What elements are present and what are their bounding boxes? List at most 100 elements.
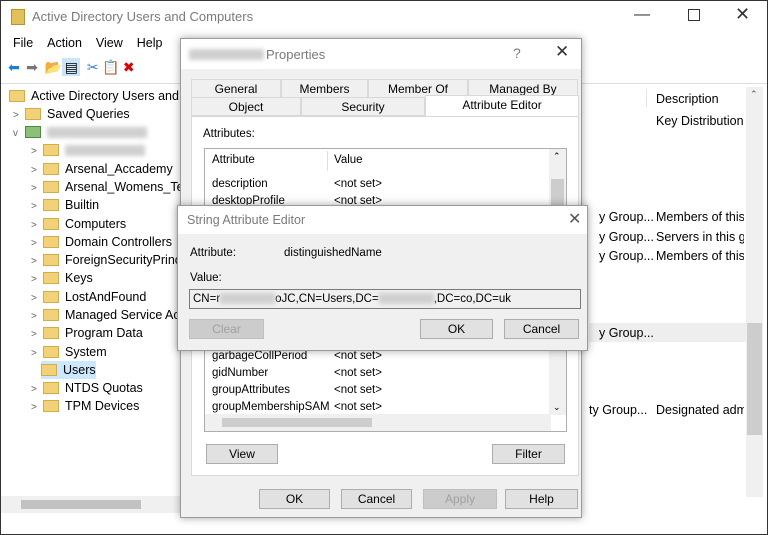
tree-item[interactable]: Users	[41, 361, 96, 379]
attribute-row[interactable]: groupAttributes <not set>	[212, 382, 382, 399]
forward-icon[interactable]: ➡	[23, 58, 41, 76]
menu-help[interactable]: Help	[137, 36, 163, 50]
folder-icon	[43, 163, 59, 175]
folder-icon	[25, 108, 41, 120]
tree-item-label: Builtin	[65, 198, 100, 212]
tab-security[interactable]: Security	[301, 97, 425, 116]
menu-action[interactable]: Action	[47, 36, 82, 50]
value-part: ,DC=co,DC=uk	[433, 293, 512, 305]
maximize-button[interactable]	[688, 9, 700, 21]
folder-icon	[43, 181, 59, 193]
tree-item[interactable]: > Keys	[9, 269, 93, 287]
cut-icon[interactable]: ✂	[84, 58, 102, 76]
tree-item[interactable]: > Arsenal_Womens_Tea	[9, 178, 191, 196]
tree-item[interactable]: > Arsenal_Accademy	[9, 160, 173, 178]
close-button[interactable]: ✕	[568, 209, 581, 229]
menu-file[interactable]: File	[13, 36, 33, 50]
folder-icon	[43, 309, 59, 321]
list-row-type[interactable]: y Group...	[599, 210, 654, 224]
help-dialog-button[interactable]: Help	[505, 489, 578, 509]
tree-item[interactable]: > TPM Devices	[9, 397, 139, 415]
clear-button[interactable]: Clear	[189, 319, 264, 339]
expand-chevron-icon[interactable]: >	[31, 143, 43, 161]
tree-item-label: Domain Controllers	[65, 235, 172, 249]
tree-item-label: TPM Devices	[65, 399, 140, 413]
tree-item-label: Keys	[65, 271, 93, 285]
expand-chevron-icon[interactable]: >	[31, 399, 43, 417]
help-button[interactable]: ?	[513, 45, 521, 61]
folder-icon	[9, 90, 25, 102]
ok-button[interactable]: OK	[259, 489, 330, 509]
tab-general[interactable]: General	[191, 79, 281, 98]
attribute-row[interactable]: description <not set>	[212, 176, 382, 193]
column-header-attribute[interactable]: Attribute	[212, 154, 255, 166]
tree-item[interactable]: > Builtin	[9, 196, 99, 214]
tab-attribute-editor[interactable]: Attribute Editor	[425, 95, 579, 117]
tree-item[interactable]: v	[9, 123, 147, 141]
apply-button[interactable]: Apply	[423, 489, 497, 509]
console-tree: Active Directory Users and Computers > Sav…	[1, 87, 244, 497]
minimize-button[interactable]: —	[634, 6, 650, 24]
delete-icon[interactable]: ✖	[120, 58, 138, 76]
folder-icon	[43, 218, 59, 230]
value-input[interactable]: CN=r oJC,CN=Users,DC= ,DC=co,DC=uk	[189, 289, 581, 309]
attribute-row[interactable]: gidNumber <not set>	[212, 365, 382, 382]
list-row-type[interactable]: ty Group...	[589, 403, 647, 417]
tree-item[interactable]: > ForeignSecurityPrinc	[9, 251, 181, 269]
tree-item[interactable]: > LostAndFound	[9, 288, 146, 306]
list-row-type[interactable]: y Group...	[599, 230, 654, 244]
list-row-type[interactable]: y Group...	[599, 326, 654, 340]
cancel-button[interactable]: Cancel	[504, 319, 579, 339]
list-row-description[interactable]: Key Distribution C	[656, 114, 744, 128]
tree-item-label: Users	[63, 363, 96, 377]
tree-item[interactable]: > Saved Queries	[9, 105, 130, 123]
tree-horizontal-scrollbar[interactable]	[1, 496, 181, 513]
app-icon	[11, 9, 25, 25]
list-row-type[interactable]: y Group...	[599, 249, 654, 263]
attributes-horizontal-scrollbar[interactable]	[205, 414, 551, 431]
attribute-name: description	[212, 178, 268, 190]
list-row-description[interactable]: Members of this	[656, 210, 744, 224]
view-button[interactable]: View	[206, 444, 278, 464]
redacted-text	[65, 145, 145, 157]
column-header-value[interactable]: Value	[334, 154, 363, 166]
menu-view[interactable]: View	[96, 36, 123, 50]
show-console-tree-icon[interactable]: ▤	[62, 58, 81, 76]
folder-icon	[43, 400, 59, 412]
back-icon[interactable]: ⬅	[5, 58, 23, 76]
tree-item-label: Saved Queries	[47, 107, 130, 121]
tab-members[interactable]: Members	[281, 79, 368, 98]
attribute-label: Attribute:	[190, 247, 237, 259]
folder-icon	[43, 236, 59, 248]
expand-chevron-icon[interactable]: >	[31, 198, 43, 216]
close-button[interactable]: ✕	[555, 42, 569, 62]
filter-button[interactable]: Filter	[492, 444, 565, 464]
attribute-name: groupAttributes	[212, 384, 290, 396]
tree-item[interactable]: > Computers	[9, 215, 126, 233]
list-vertical-scrollbar[interactable]: ⌃	[746, 87, 763, 497]
tree-item-label: LostAndFound	[65, 290, 147, 304]
ok-button[interactable]: OK	[420, 319, 493, 339]
tree-item[interactable]: > Managed Service Acc	[9, 306, 186, 324]
column-header-description[interactable]: Description	[656, 92, 719, 106]
list-row-description[interactable]: Servers in this gro	[656, 230, 744, 244]
tab-object[interactable]: Object	[191, 97, 301, 116]
redacted-text	[47, 127, 147, 139]
expand-chevron-icon[interactable]: >	[31, 271, 43, 289]
attribute-value: <not set>	[334, 178, 382, 190]
up-folder-icon[interactable]: 📂	[44, 58, 62, 76]
tree-item[interactable]: >	[9, 141, 145, 159]
tree-item[interactable]: > System	[9, 343, 107, 361]
tree-item[interactable]: > NTDS Quotas	[9, 379, 143, 397]
tree-item-label: Managed Service Acc	[65, 308, 186, 322]
tree-item-label: Arsenal_Accademy	[65, 162, 173, 176]
editor-title: String Attribute Editor	[187, 213, 306, 227]
expand-chevron-icon[interactable]: >	[31, 326, 43, 344]
tree-item[interactable]: > Program Data	[9, 324, 143, 342]
tree-item[interactable]: > Domain Controllers	[9, 233, 172, 251]
cancel-button[interactable]: Cancel	[341, 489, 412, 509]
list-row-description[interactable]: Members of this	[656, 249, 744, 263]
close-button[interactable]: ✕	[735, 4, 750, 25]
list-row-description[interactable]: Designated admi	[656, 403, 744, 417]
clipboard-icon[interactable]: 📋	[102, 58, 120, 76]
